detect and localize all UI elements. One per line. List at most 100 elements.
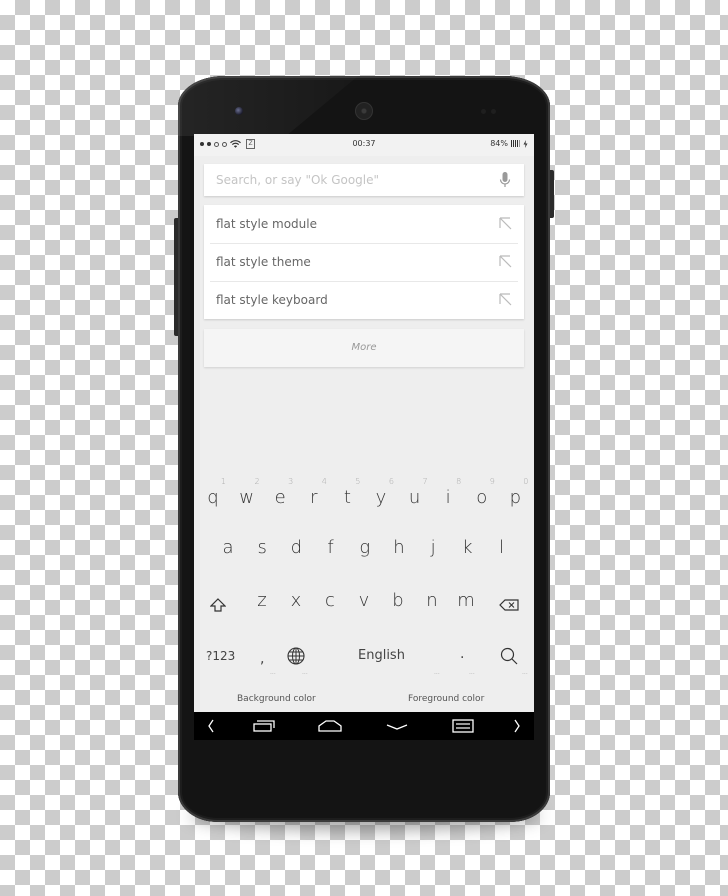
key-s[interactable]: s	[245, 524, 279, 572]
keyboard: 1q2w3e4r5t6y7u8i9o0p asdfghjkl zxcvbnm ?…	[194, 474, 534, 710]
key-char: p	[509, 487, 522, 508]
key-hint: 7	[422, 477, 428, 486]
key-char: a	[222, 537, 234, 558]
backspace-icon[interactable]	[499, 599, 519, 611]
light-sensor	[491, 109, 496, 114]
key-u[interactable]: 7u	[398, 474, 432, 522]
search-input[interactable]: Search, or say "Ok Google"	[204, 164, 524, 196]
navigation-bar	[194, 712, 534, 740]
menu-icon[interactable]	[452, 719, 474, 733]
key-char: s	[257, 537, 267, 558]
key-f[interactable]: f	[314, 524, 348, 572]
key-char: q	[207, 487, 219, 508]
recents-icon[interactable]	[253, 719, 275, 733]
key-char: z	[257, 590, 267, 611]
key-d[interactable]: d	[279, 524, 313, 572]
key-char: w	[239, 487, 254, 508]
phone-gloss	[178, 76, 358, 136]
space-key-more: ...	[434, 669, 440, 676]
key-o[interactable]: 9o	[465, 474, 499, 522]
chevron-left-icon[interactable]	[208, 719, 214, 733]
comma-key[interactable]: ,	[260, 651, 264, 667]
key-hint: 2	[254, 477, 260, 486]
status-time: 00:37	[352, 139, 376, 148]
phone-screen: Z 00:37 84% Search, or say "Ok Google" f…	[194, 134, 534, 740]
foreground-color-option[interactable]: Foreground color	[408, 694, 484, 704]
arrow-up-left-icon[interactable]	[499, 255, 512, 268]
hide-keyboard-icon[interactable]	[386, 719, 408, 733]
background-color-option[interactable]: Background color	[237, 694, 316, 704]
more-button[interactable]: More	[204, 329, 524, 367]
key-char: v	[358, 590, 370, 611]
key-hint: 9	[489, 477, 495, 486]
key-hint: 6	[388, 477, 394, 486]
arrow-up-left-icon[interactable]	[499, 293, 512, 306]
key-hint: 3	[288, 477, 294, 486]
key-q[interactable]: 1q	[196, 474, 230, 522]
key-char: y	[375, 487, 387, 508]
key-h[interactable]: h	[382, 524, 416, 572]
arrow-up-left-icon[interactable]	[499, 217, 512, 230]
key-t[interactable]: 5t	[330, 474, 364, 522]
key-char: f	[327, 537, 334, 558]
key-e[interactable]: 3e	[263, 474, 297, 522]
globe-icon[interactable]	[287, 647, 305, 665]
key-hint: 4	[321, 477, 327, 486]
microphone-icon[interactable]	[498, 171, 512, 189]
key-k[interactable]: k	[450, 524, 484, 572]
key-b[interactable]: b	[381, 577, 415, 625]
key-g[interactable]: g	[348, 524, 382, 572]
status-right: 84%	[490, 139, 528, 148]
key-char: o	[476, 487, 488, 508]
key-char: t	[343, 487, 351, 508]
front-camera	[235, 107, 243, 115]
key-char: u	[408, 487, 421, 508]
search-icon[interactable]	[500, 647, 518, 665]
suggestion-label: flat style keyboard	[216, 293, 328, 307]
chevron-right-icon[interactable]	[514, 719, 520, 733]
key-char: r	[310, 487, 318, 508]
key-n[interactable]: n	[415, 577, 449, 625]
key-hint: 1	[220, 477, 226, 486]
search-key-more: ...	[522, 669, 528, 676]
key-a[interactable]: a	[211, 524, 245, 572]
suggestion-item[interactable]: flat style module	[204, 205, 524, 243]
key-m[interactable]: m	[449, 577, 483, 625]
suggestion-item[interactable]: flat style keyboard	[204, 281, 524, 319]
battery-percent: 84%	[490, 139, 508, 148]
status-bar: Z 00:37 84%	[194, 134, 534, 156]
battery-icon	[511, 140, 520, 147]
suggestion-item[interactable]: flat style theme	[204, 243, 524, 281]
suggestion-list: flat style module flat style theme flat …	[204, 205, 524, 319]
symbols-key[interactable]: ?123	[206, 649, 235, 663]
comma-key-more: ...	[270, 669, 276, 676]
period-key-more: ...	[469, 669, 475, 676]
key-i[interactable]: 8i	[431, 474, 465, 522]
key-hint: 8	[456, 477, 462, 486]
key-y[interactable]: 6y	[364, 474, 398, 522]
suggestion-label: flat style module	[216, 217, 317, 231]
period-key[interactable]: .	[460, 646, 464, 662]
key-char: l	[499, 537, 505, 558]
suggestion-label: flat style theme	[216, 255, 311, 269]
proximity-sensor	[481, 109, 486, 114]
key-j[interactable]: j	[416, 524, 450, 572]
key-l[interactable]: l	[485, 524, 519, 572]
key-char: k	[462, 537, 473, 558]
key-c[interactable]: c	[313, 577, 347, 625]
key-char: x	[290, 590, 302, 611]
key-w[interactable]: 2w	[230, 474, 264, 522]
earpiece-speaker	[355, 102, 373, 120]
key-char: n	[426, 590, 438, 611]
key-x[interactable]: x	[279, 577, 313, 625]
key-v[interactable]: v	[347, 577, 381, 625]
home-icon[interactable]	[318, 719, 342, 733]
key-p[interactable]: 0p	[498, 474, 532, 522]
key-char: g	[359, 537, 371, 558]
shift-icon[interactable]	[210, 598, 226, 612]
key-z[interactable]: z	[245, 577, 279, 625]
globe-key-more: ...	[302, 669, 308, 676]
key-char: m	[457, 590, 475, 611]
space-bar[interactable]: English	[358, 648, 405, 663]
key-r[interactable]: 4r	[297, 474, 331, 522]
